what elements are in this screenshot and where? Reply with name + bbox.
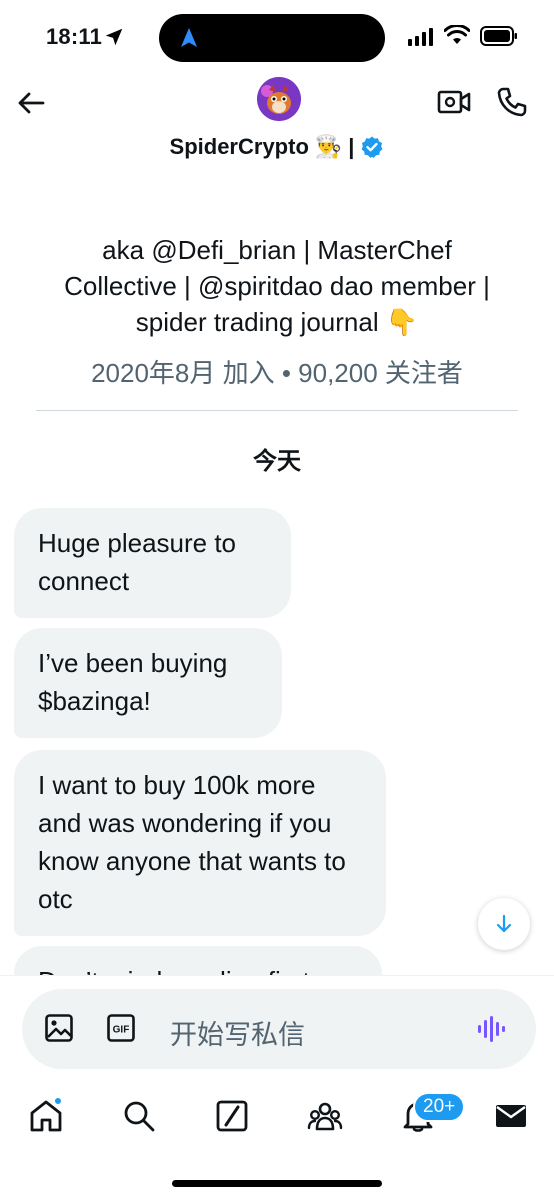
communities-icon[interactable] xyxy=(307,1098,343,1134)
message-bubble[interactable]: I want to buy 100k more and was wonderin… xyxy=(14,750,386,936)
image-icon[interactable] xyxy=(44,1013,74,1043)
notifications-badge: 20+ xyxy=(413,1092,466,1122)
message-list[interactable]: Huge pleasure to connect I’ve been buyin… xyxy=(0,0,554,975)
grok-icon[interactable] xyxy=(214,1098,250,1134)
message-bubble[interactable]: Huge pleasure to connect xyxy=(14,508,291,618)
envelope-icon[interactable] xyxy=(493,1098,529,1134)
message-input[interactable]: 开始写私信 xyxy=(170,1013,305,1052)
composer-divider xyxy=(0,975,554,976)
svg-text:GIF: GIF xyxy=(113,1025,130,1036)
search-icon[interactable] xyxy=(121,1098,157,1134)
voice-message-icon[interactable] xyxy=(476,1013,508,1045)
gif-icon[interactable]: GIF xyxy=(106,1013,136,1043)
home-notification-dot xyxy=(53,1096,63,1106)
bottom-tab-bar xyxy=(0,1090,554,1150)
home-indicator[interactable] xyxy=(172,1180,382,1187)
scroll-to-bottom-button[interactable] xyxy=(478,898,530,950)
arrow-down-icon xyxy=(496,914,512,933)
message-bubble[interactable]: Don’t mind sending first xyxy=(14,946,382,975)
message-bubble[interactable]: I’ve been buying $bazinga! xyxy=(14,628,282,738)
message-composer[interactable]: GIF 开始写私信 xyxy=(22,989,536,1069)
